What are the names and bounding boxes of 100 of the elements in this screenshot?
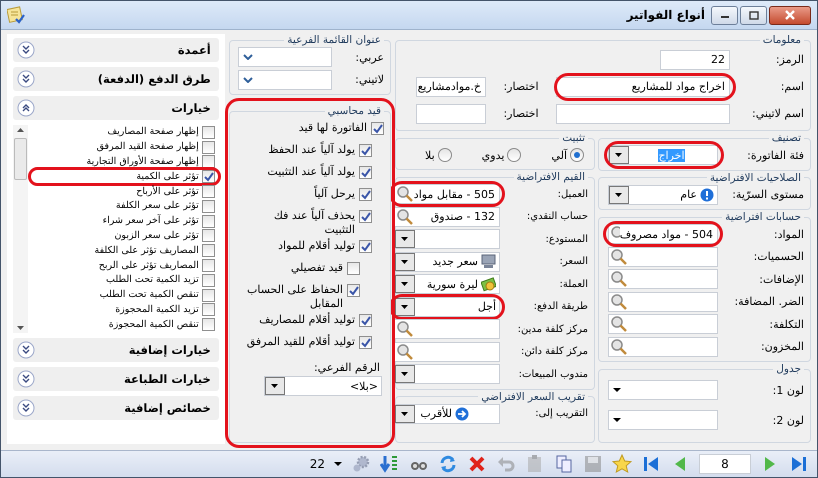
field-label: مركز كلفة دائن:: [520, 346, 588, 358]
caret-icon[interactable]: [334, 462, 342, 466]
close-icon: [784, 10, 796, 20]
lookup-field[interactable]: 505 - مقابل مواد: [394, 184, 500, 204]
checkbox[interactable]: [202, 259, 215, 272]
scrollbar[interactable]: [13, 125, 28, 333]
color-dropdown[interactable]: [608, 410, 718, 430]
checkbox[interactable]: [371, 122, 384, 135]
section-header[interactable]: أعمدة: [13, 38, 219, 62]
field-label: المستودع:: [544, 234, 588, 245]
scroll-thumb[interactable]: [14, 138, 27, 180]
group-title: تقريب السعر الافتراضي: [480, 390, 586, 402]
branch-number-dropdown[interactable]: <بلا>: [264, 376, 382, 396]
maximize-button[interactable]: [740, 6, 767, 24]
checkbox[interactable]: [202, 185, 215, 198]
account-lookup-field[interactable]: [608, 269, 718, 290]
sort-icon[interactable]: [380, 454, 400, 474]
checkbox[interactable]: [202, 155, 215, 168]
chevron-icon: [17, 399, 35, 417]
delete-icon[interactable]: [467, 454, 487, 474]
checkbox[interactable]: [359, 240, 372, 253]
name-field[interactable]: اخراج مواد للمشاريع: [556, 76, 730, 96]
dropdown-field[interactable]: أجل: [394, 296, 500, 317]
dropdown-field[interactable]: [394, 364, 500, 384]
checkbox[interactable]: [202, 244, 215, 258]
checkbox[interactable]: [202, 318, 215, 332]
checkbox[interactable]: [202, 274, 215, 287]
dropdown-field[interactable]: سعر جديد: [394, 252, 500, 272]
close-button[interactable]: [769, 6, 811, 24]
caret-icon[interactable]: [401, 304, 408, 309]
checkbox[interactable]: [202, 170, 215, 184]
section-header[interactable]: خيارات إضافية: [13, 338, 219, 362]
caret-icon: [613, 418, 621, 422]
caret-icon[interactable]: [271, 384, 278, 388]
abbreviation-field[interactable]: خ.موادمشاريع: [416, 76, 486, 96]
minimize-button[interactable]: [711, 6, 738, 24]
section-header[interactable]: طرق الدفع (الدفعة): [13, 67, 219, 91]
checkbox[interactable]: [202, 214, 215, 228]
account-lookup-field[interactable]: [608, 314, 718, 334]
first-page-icon[interactable]: [641, 454, 661, 474]
caret-icon[interactable]: [615, 153, 622, 158]
field-label: عربي:: [354, 50, 384, 64]
checkbox[interactable]: [202, 288, 215, 302]
code-field[interactable]: 22: [660, 50, 730, 70]
caret-icon[interactable]: [401, 282, 408, 286]
section-header[interactable]: خصائص إضافية: [13, 396, 219, 420]
search-icon: [397, 321, 413, 338]
checkbox[interactable]: [347, 284, 360, 297]
security-level-dropdown[interactable]: عام: [608, 184, 718, 205]
checkbox[interactable]: [359, 210, 372, 223]
lookup-field[interactable]: [394, 319, 500, 340]
checkbox-label: المصاريف تؤثر على الربح: [98, 258, 199, 273]
checkbox[interactable]: [202, 126, 215, 139]
caret-icon[interactable]: [615, 192, 622, 197]
refresh-icon[interactable]: [438, 454, 458, 474]
account-lookup-field[interactable]: [608, 246, 718, 267]
checkbox[interactable]: [359, 336, 372, 349]
dropdown-field[interactable]: ليرة سورية: [394, 274, 500, 294]
radio-button[interactable]: [507, 148, 522, 162]
lookup-field[interactable]: 132 - صندوق: [394, 206, 500, 227]
caret-icon[interactable]: [401, 237, 408, 242]
rounding-dropdown[interactable]: للأقرب: [394, 404, 500, 424]
checkbox[interactable]: [359, 166, 372, 179]
copy-icon[interactable]: [554, 454, 574, 474]
page-number-field[interactable]: 8: [699, 454, 751, 474]
checkbox[interactable]: [359, 144, 372, 157]
radio-button[interactable]: [570, 148, 584, 162]
checkbox-label: تؤثر على سعر الكلفة: [116, 199, 199, 214]
checkbox[interactable]: [202, 200, 215, 213]
dropdown-field[interactable]: [394, 229, 500, 250]
scroll-up-icon[interactable]: [17, 128, 24, 132]
last-page-icon[interactable]: [789, 454, 809, 474]
caret-icon[interactable]: [401, 412, 408, 416]
account-lookup-field[interactable]: [608, 336, 718, 357]
account-lookup-field[interactable]: 504 - مواد مصروف: [608, 224, 718, 244]
maximize-icon: [748, 10, 758, 20]
section-header[interactable]: خيارات: [13, 96, 219, 120]
caret-icon[interactable]: [401, 260, 408, 264]
latin-abbreviation-field[interactable]: [416, 104, 486, 124]
checkbox-label: تؤثر على الأرباح: [136, 184, 199, 199]
caret-icon[interactable]: [401, 372, 408, 376]
info-icon: [700, 188, 714, 202]
color-dropdown[interactable]: [608, 380, 718, 400]
checkbox[interactable]: [359, 314, 372, 327]
checkbox[interactable]: [202, 140, 215, 154]
checkbox[interactable]: [347, 262, 360, 275]
checkbox[interactable]: [202, 303, 215, 316]
account-lookup-field[interactable]: [608, 292, 718, 312]
checkbox-label: توليد أقلام للمواد: [278, 239, 355, 253]
checkbox-label: تنقص الكمية تحت الطلب: [100, 288, 199, 302]
radio-button[interactable]: [438, 148, 452, 162]
star-icon[interactable]: [612, 454, 632, 474]
field-label: المواد:: [772, 228, 804, 241]
checkbox-label: إظهار صفحة المصاريف: [107, 125, 199, 140]
checkbox[interactable]: [359, 188, 372, 201]
latin-name-field[interactable]: [556, 104, 730, 124]
section-header[interactable]: خيارات الطباعة: [13, 367, 219, 391]
scroll-down-icon[interactable]: [17, 326, 24, 330]
lookup-field[interactable]: [394, 342, 500, 362]
checkbox[interactable]: [202, 229, 215, 242]
